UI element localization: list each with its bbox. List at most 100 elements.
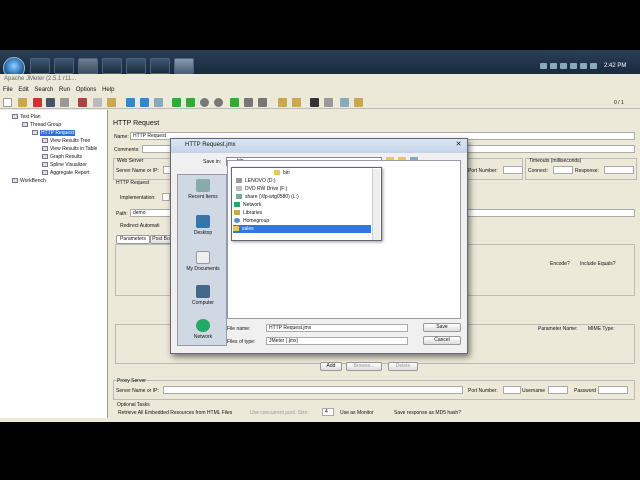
save-button[interactable]: Save <box>423 323 461 332</box>
place-recent[interactable]: Recent Items <box>178 179 228 200</box>
save-in-dropdown: bin LENOVO (D:) DVD RW Drive (F:) share … <box>231 167 382 241</box>
stop-icon[interactable] <box>200 98 209 107</box>
menu-options[interactable]: Options <box>76 87 97 93</box>
md5-checkbox[interactable]: Save response as MD5 hash? <box>394 410 461 416</box>
file-name-label: File name: <box>227 326 251 332</box>
volume-icon[interactable] <box>590 63 597 69</box>
place-documents[interactable]: My Documents <box>178 251 228 272</box>
start-no-pause-icon[interactable] <box>186 98 195 107</box>
dropdown-item-sales[interactable]: sales <box>233 225 371 233</box>
dropdown-item-network[interactable]: Network <box>234 201 261 209</box>
tab-parameters[interactable]: Parameters <box>116 235 150 244</box>
shutdown-icon[interactable] <box>214 98 223 107</box>
col-mime-type: MIME Type: <box>588 326 615 332</box>
response-label: Response: <box>575 168 599 174</box>
taskbar-jmeter-icon[interactable] <box>174 58 194 74</box>
cancel-button[interactable]: Cancel <box>423 336 461 345</box>
dropdown-item-dvd[interactable]: DVD RW Drive (F:) <box>236 185 287 193</box>
help-icon[interactable] <box>354 98 363 107</box>
file-name-field[interactable]: HTTP Request.jmx <box>266 324 408 332</box>
add-button[interactable]: Add <box>320 362 342 371</box>
tray-icon[interactable] <box>570 63 577 69</box>
taskbar-terminal-icon[interactable] <box>126 58 146 74</box>
timeouts-title: Timeouts (milliseconds) <box>529 158 582 164</box>
tree-item-thread-group[interactable]: Thread Group <box>22 122 61 128</box>
tree-item-workbench[interactable]: WorkBench <box>12 178 46 184</box>
new-icon[interactable] <box>3 98 12 107</box>
remote-exit-icon[interactable] <box>258 98 267 107</box>
tree-item-view-results-table[interactable]: View Results in Table <box>42 146 97 152</box>
close-icon[interactable]: ✕ <box>453 141 464 150</box>
paste-icon[interactable] <box>107 98 116 107</box>
tray-icon[interactable] <box>540 63 547 69</box>
tree-item-http-request[interactable]: HTTP Request <box>32 130 75 136</box>
clear-icon[interactable] <box>278 98 287 107</box>
menu-search[interactable]: Search <box>34 87 53 93</box>
clock[interactable]: 2:42 PM <box>604 63 626 69</box>
tree-item-aggregate-report[interactable]: Aggregate Report <box>42 170 89 176</box>
place-computer[interactable]: Computer <box>178 285 228 306</box>
proxy-port-field[interactable] <box>503 386 521 394</box>
menu-run[interactable]: Run <box>59 87 70 93</box>
concurrent-pool-checkbox[interactable]: Use concurrent pool. Size: <box>250 410 309 416</box>
place-desktop[interactable]: Desktop <box>178 215 228 236</box>
tree-item-test-plan[interactable]: Test Plan <box>12 114 41 120</box>
menu-edit[interactable]: Edit <box>18 87 28 93</box>
open-icon[interactable] <box>18 98 27 107</box>
port-field[interactable] <box>503 166 523 174</box>
tree-item-view-results-tree[interactable]: View Results Tree <box>42 138 90 144</box>
tree-item-graph-results[interactable]: Graph Results <box>42 154 82 160</box>
search-icon[interactable] <box>310 98 319 107</box>
implementation-select[interactable] <box>162 193 170 201</box>
close-icon[interactable] <box>33 98 42 107</box>
remote-start-icon[interactable] <box>230 98 239 107</box>
monitor-checkbox[interactable]: Use as Monitor <box>340 410 374 416</box>
connect-field[interactable] <box>553 166 573 174</box>
dropdown-item-homegroup[interactable]: Homegroup <box>234 217 269 225</box>
delete-button[interactable]: Delete <box>388 362 418 371</box>
taskbar-app2-icon[interactable] <box>102 58 122 74</box>
cut-icon[interactable] <box>78 98 87 107</box>
taskbar-app-icon[interactable] <box>78 58 98 74</box>
browse-button[interactable]: Browse... <box>346 362 382 371</box>
password-field[interactable] <box>598 386 628 394</box>
function-helper-icon[interactable] <box>340 98 349 107</box>
taskbar-app3-icon[interactable] <box>150 58 170 74</box>
dropdown-item-libraries[interactable]: Libraries <box>234 209 262 217</box>
clear-all-icon[interactable] <box>292 98 301 107</box>
redirect-checkbox[interactable]: Redirect Automati <box>120 223 159 229</box>
tab-post-body[interactable]: Post Bo <box>150 235 172 244</box>
save-as-icon[interactable] <box>60 98 69 107</box>
place-network[interactable]: Network <box>178 319 228 340</box>
start-icon[interactable] <box>172 98 181 107</box>
tray-icon[interactable] <box>560 63 567 69</box>
dropdown-item-share[interactable]: share (\\fp-wtg0580) (L:) <box>236 193 299 201</box>
tray-icon[interactable] <box>580 63 587 69</box>
comments-label: Comments: <box>114 147 140 153</box>
remote-stop-icon[interactable] <box>244 98 253 107</box>
pool-size-field[interactable]: 4 <box>322 408 334 416</box>
tree-item-spline-visualizer[interactable]: Spline Visualizer <box>42 162 87 168</box>
reset-search-icon[interactable] <box>324 98 333 107</box>
response-field[interactable] <box>604 166 634 174</box>
file-type-select[interactable]: JMeter (.jmx) <box>266 337 408 345</box>
menu-file[interactable]: File <box>3 87 13 93</box>
username-field[interactable] <box>548 386 568 394</box>
listener-icon <box>42 146 48 152</box>
dropdown-item-lenovo[interactable]: LENOVO (D:) <box>236 177 276 185</box>
retrieve-resources-checkbox[interactable]: Retrieve All Embedded Resources from HTM… <box>118 410 232 416</box>
dropdown-scrollbar[interactable] <box>372 169 380 240</box>
proxy-server-field[interactable] <box>163 386 463 394</box>
menu-help[interactable]: Help <box>102 87 114 93</box>
copy-icon[interactable] <box>93 98 102 107</box>
dropdown-item-bin[interactable]: bin <box>274 169 290 177</box>
tray-icon[interactable] <box>550 63 557 69</box>
expand-icon[interactable] <box>126 98 135 107</box>
toggle-icon[interactable] <box>154 98 163 107</box>
workbench-icon <box>12 178 18 184</box>
save-icon[interactable] <box>46 98 55 107</box>
taskbar-explorer-icon[interactable] <box>30 58 50 74</box>
taskbar-chrome-icon[interactable] <box>54 58 74 74</box>
web-server-title: Web Server <box>117 158 144 164</box>
collapse-icon[interactable] <box>140 98 149 107</box>
